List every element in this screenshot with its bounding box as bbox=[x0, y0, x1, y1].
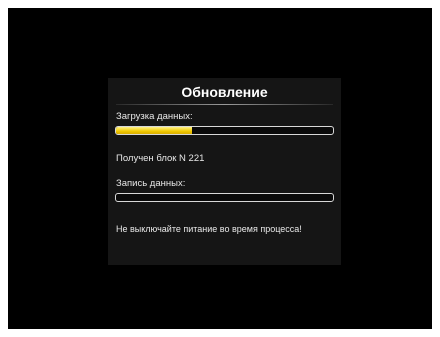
download-label: Загрузка данных: bbox=[116, 111, 193, 122]
title-divider bbox=[116, 104, 333, 105]
update-dialog: Обновление Загрузка данных: Получен блок… bbox=[108, 78, 341, 265]
download-progress-fill bbox=[116, 127, 192, 134]
dialog-title: Обновление bbox=[181, 84, 268, 100]
write-label: Запись данных: bbox=[116, 178, 186, 189]
tv-screen: Обновление Загрузка данных: Получен блок… bbox=[8, 8, 432, 329]
write-progress-bar bbox=[115, 193, 334, 202]
download-progress-bar bbox=[115, 126, 334, 135]
warning-text: Не выключайте питание во время процесса! bbox=[116, 224, 302, 234]
status-text: Получен блок N 221 bbox=[116, 153, 205, 164]
